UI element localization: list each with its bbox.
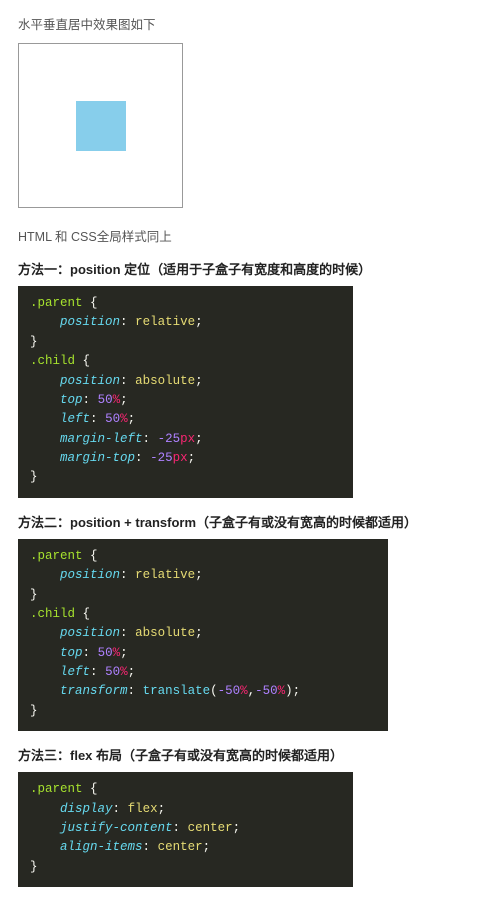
demo-caption: 水平垂直居中效果图如下 bbox=[18, 14, 482, 33]
code-unit: % bbox=[120, 665, 128, 679]
code-prop: left bbox=[60, 412, 90, 426]
method-1-code: .parent { position: relative; } .child {… bbox=[18, 286, 353, 498]
demo-child-box bbox=[76, 101, 126, 151]
code-prop: display bbox=[60, 802, 113, 816]
code-value: center bbox=[188, 821, 233, 835]
code-value: absolute bbox=[135, 626, 195, 640]
code-prop: transform bbox=[60, 684, 128, 698]
method-3-code: .parent { display: flex; justify-content… bbox=[18, 772, 353, 887]
code-unit: % bbox=[113, 393, 121, 407]
code-number: 50 bbox=[105, 665, 120, 679]
code-value: relative bbox=[135, 568, 195, 582]
code-prop: left bbox=[60, 665, 90, 679]
code-selector: .parent bbox=[30, 296, 83, 310]
code-selector: .parent bbox=[30, 782, 83, 796]
global-style-note: HTML 和 CSS全局样式同上 bbox=[18, 226, 482, 245]
method-3-title: 方法三：flex 布局（子盒子有或没有宽高的时候都适用） bbox=[18, 745, 482, 764]
code-prop: align-items bbox=[60, 840, 143, 854]
method-1-title: 方法一：position 定位（适用于子盒子有宽度和高度的时候） bbox=[18, 259, 482, 278]
code-prop: position bbox=[60, 315, 120, 329]
code-prop: position bbox=[60, 568, 120, 582]
method-2-title: 方法二：position + transform（子盒子有或没有宽高的时候都适用… bbox=[18, 512, 482, 531]
code-unit: px bbox=[180, 432, 195, 446]
code-number: -50 bbox=[255, 684, 278, 698]
code-prop: margin-top bbox=[60, 451, 135, 465]
code-fn: translate bbox=[143, 684, 211, 698]
code-prop: position bbox=[60, 626, 120, 640]
code-selector: .child bbox=[30, 354, 75, 368]
code-value: absolute bbox=[135, 374, 195, 388]
code-prop: margin-left bbox=[60, 432, 143, 446]
code-value: center bbox=[158, 840, 203, 854]
code-prop: top bbox=[60, 393, 83, 407]
code-prop: justify-content bbox=[60, 821, 173, 835]
code-value: relative bbox=[135, 315, 195, 329]
code-number: -25 bbox=[150, 451, 173, 465]
code-number: -50 bbox=[218, 684, 241, 698]
code-unit: px bbox=[173, 451, 188, 465]
code-number: 50 bbox=[105, 412, 120, 426]
code-unit: % bbox=[240, 684, 248, 698]
code-selector: .parent bbox=[30, 549, 83, 563]
code-number: 50 bbox=[98, 646, 113, 660]
code-number: -25 bbox=[158, 432, 181, 446]
code-unit: % bbox=[120, 412, 128, 426]
code-number: 50 bbox=[98, 393, 113, 407]
demo-parent-box bbox=[18, 43, 183, 208]
method-2-code: .parent { position: relative; } .child {… bbox=[18, 539, 388, 731]
code-prop: top bbox=[60, 646, 83, 660]
code-value: flex bbox=[128, 802, 158, 816]
code-prop: position bbox=[60, 374, 120, 388]
code-selector: .child bbox=[30, 607, 75, 621]
code-unit: % bbox=[113, 646, 121, 660]
